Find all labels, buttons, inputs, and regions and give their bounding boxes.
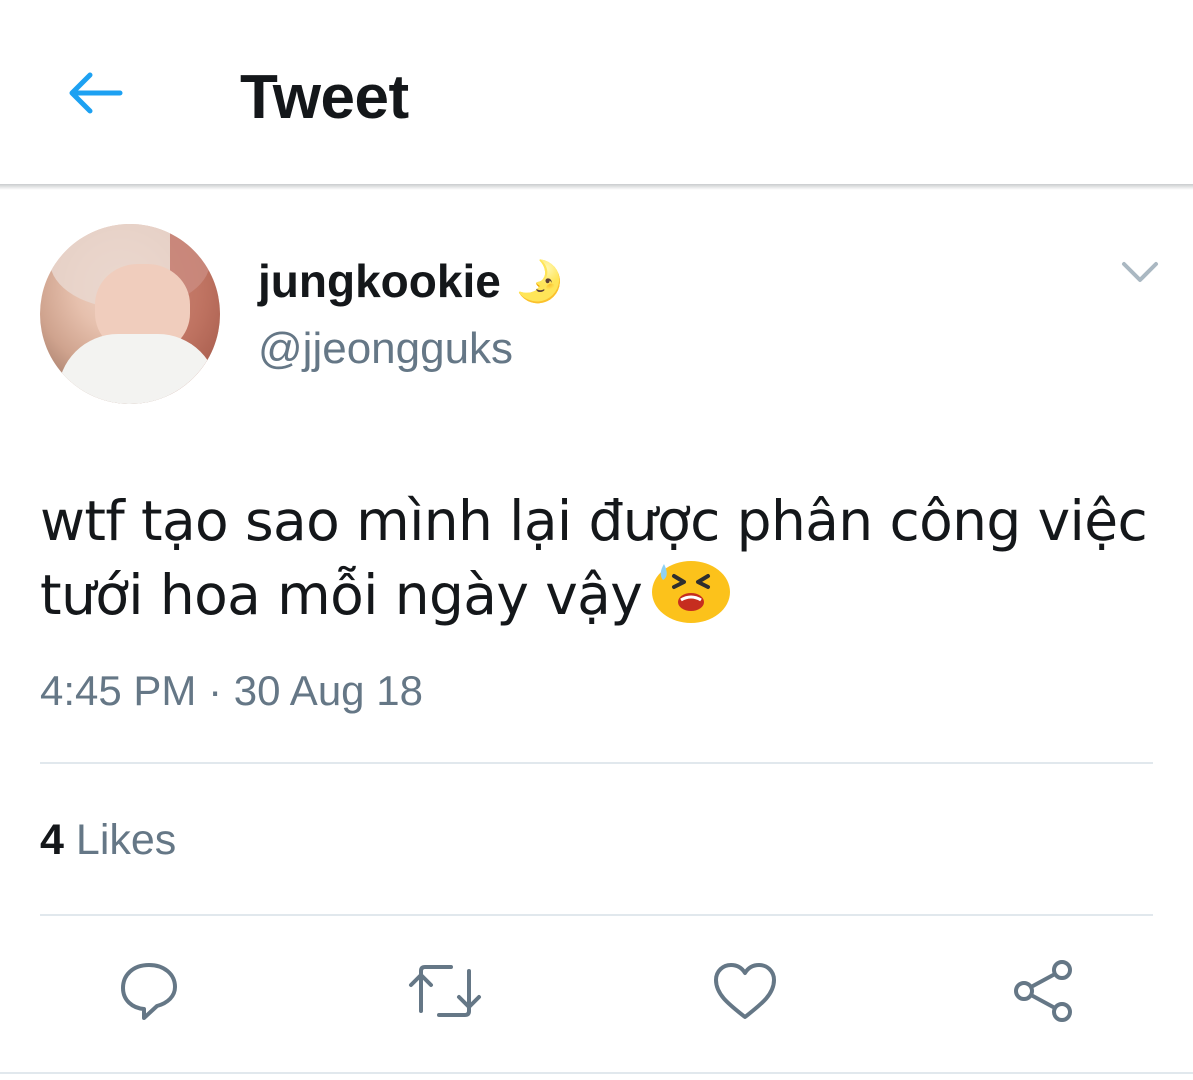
more-options-button[interactable] xyxy=(1116,252,1164,296)
share-button[interactable] xyxy=(1008,958,1078,1028)
tweet-body: wtf tạo sao mình lại được phân công việc… xyxy=(40,489,1148,627)
like-button[interactable] xyxy=(710,958,780,1028)
header-divider xyxy=(0,184,1193,190)
avatar[interactable] xyxy=(40,224,220,404)
divider xyxy=(40,762,1153,764)
arrow-left-icon xyxy=(64,69,124,122)
likes-label: Likes xyxy=(75,816,177,864)
retweet-icon xyxy=(407,959,483,1028)
moon-emoji-icon: 🌛 xyxy=(514,260,565,304)
divider xyxy=(40,914,1153,916)
page-title: Tweet xyxy=(240,63,409,132)
retweet-button[interactable] xyxy=(407,958,483,1028)
user-handle[interactable]: @jjeongguks xyxy=(258,320,513,378)
chevron-down-icon xyxy=(1120,259,1160,290)
tweet-timestamp[interactable]: 4:45 PM · 30 Aug 18 xyxy=(40,664,423,718)
likes-count: 4 xyxy=(40,816,64,864)
reply-icon xyxy=(117,959,181,1028)
back-button[interactable] xyxy=(56,60,132,130)
bottom-divider xyxy=(0,1072,1193,1074)
like-icon xyxy=(712,961,778,1026)
reply-button[interactable] xyxy=(114,958,184,1028)
display-name-text: jungkookie xyxy=(258,255,501,307)
display-name[interactable]: jungkookie 🌛 xyxy=(258,252,565,311)
likes-stat[interactable]: 4 Likes xyxy=(40,812,176,868)
tweet-text: wtf tạo sao mình lại được phân công việc… xyxy=(40,488,1180,638)
top-bar: Tweet xyxy=(0,0,1193,186)
share-icon xyxy=(1010,958,1076,1029)
tired-face-emoji-icon xyxy=(650,554,732,638)
